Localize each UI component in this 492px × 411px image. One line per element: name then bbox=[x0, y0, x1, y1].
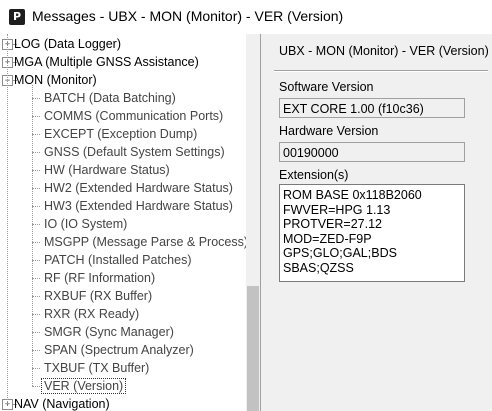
tree-item-label: MON (Monitor) bbox=[14, 73, 97, 87]
extension-line: GPS;GLO;GAL;BDS bbox=[283, 246, 397, 260]
tree-item-label: MSGPP (Message Parse & Process) bbox=[44, 235, 249, 249]
tree-item-label: SMGR (Sync Manager) bbox=[44, 325, 174, 339]
tree-item-label: RF (RF Information) bbox=[44, 271, 156, 285]
tree-connector bbox=[32, 152, 40, 153]
tree-scrollbar-thumb[interactable] bbox=[247, 286, 259, 411]
tree-item[interactable]: NAV (Navigation) bbox=[14, 395, 110, 411]
tree-connector bbox=[32, 170, 40, 171]
tree-item-label: LOG (Data Logger) bbox=[14, 37, 121, 51]
tree-connector bbox=[32, 296, 40, 297]
tree-item[interactable]: MSGPP (Message Parse & Process) bbox=[44, 233, 248, 251]
extensions-label: Extension(s) bbox=[279, 168, 349, 182]
tree-item-label: MGA (Multiple GNSS Assistance) bbox=[14, 55, 199, 69]
tree-connector bbox=[32, 134, 40, 135]
tree-connector bbox=[32, 332, 40, 333]
tree-item-label: VER (Version) bbox=[41, 378, 127, 394]
software-version-field[interactable]: EXT CORE 1.00 (f10c36) bbox=[279, 98, 465, 118]
tree-item[interactable]: RXR (RX Ready) bbox=[44, 305, 139, 323]
tree-connector bbox=[32, 116, 40, 117]
tree-item[interactable]: GNSS (Default System Settings) bbox=[44, 143, 225, 161]
tree-item-label: PATCH (Installed Patches) bbox=[44, 253, 192, 267]
tree-item[interactable]: BATCH (Data Batching) bbox=[44, 89, 176, 107]
tree-connector bbox=[32, 98, 40, 99]
tree-scrollbar[interactable] bbox=[246, 34, 260, 411]
tree-item-label: HW3 (Extended Hardware Status) bbox=[44, 199, 233, 213]
extension-line: ROM BASE 0x118B2060 bbox=[283, 188, 422, 202]
tree-item-label: RXR (RX Ready) bbox=[44, 307, 140, 321]
tree-item-label: EXCEPT (Exception Dump) bbox=[44, 127, 198, 141]
tree-connector bbox=[32, 278, 40, 279]
tree-item-label: NAV (Navigation) bbox=[14, 397, 110, 411]
tree-item[interactable]: RF (RF Information) bbox=[44, 269, 155, 287]
tree-connector bbox=[32, 368, 40, 369]
tree-item[interactable]: COMMS (Communication Ports) bbox=[44, 107, 223, 125]
tree-connector bbox=[32, 224, 40, 225]
extension-line: PROTVER=27.12 bbox=[283, 217, 383, 231]
tree-item[interactable]: HW3 (Extended Hardware Status) bbox=[44, 197, 233, 215]
tree-item-label: SPAN (Spectrum Analyzer) bbox=[44, 343, 194, 357]
tree-connector bbox=[32, 188, 40, 189]
tree-item[interactable]: EXCEPT (Exception Dump) bbox=[44, 125, 197, 143]
tree-item[interactable]: SPAN (Spectrum Analyzer) bbox=[44, 341, 194, 359]
panel-divider bbox=[274, 70, 488, 72]
tree-item-label: IO (IO System) bbox=[44, 217, 128, 231]
tree-connector bbox=[32, 314, 40, 315]
tree-connector bbox=[32, 350, 40, 351]
extension-line: MOD=ZED-F9P bbox=[283, 231, 372, 246]
message-tree[interactable]: + LOG (Data Logger) + MGA (Multiple GNSS As… bbox=[0, 34, 261, 411]
tree-item[interactable]: HW (Hardware Status) bbox=[44, 161, 170, 179]
extension-line: SBAS;QZSS bbox=[283, 260, 354, 275]
tree-item-label: COMMS (Communication Ports) bbox=[44, 109, 224, 123]
tree-item[interactable]: RXBUF (RX Buffer) bbox=[44, 287, 152, 305]
tree-connector bbox=[32, 386, 40, 387]
tree-item[interactable]: IO (IO System) bbox=[44, 215, 127, 233]
tree-connector bbox=[7, 34, 8, 404]
tree-item-label: GNSS (Default System Settings) bbox=[44, 145, 225, 159]
tree-connector bbox=[32, 242, 40, 243]
tree-item[interactable]: TXBUF (TX Buffer) bbox=[44, 359, 149, 377]
hardware-version-label: Hardware Version bbox=[279, 124, 379, 138]
tree-connector bbox=[32, 260, 40, 261]
tree-item-label: RXBUF (RX Buffer) bbox=[44, 289, 153, 303]
window-titlebar[interactable]: P Messages - UBX - MON (Monitor) - VER (… bbox=[0, 0, 492, 34]
details-panel: UBX - MON (Monitor) - VER (Version) Soft… bbox=[266, 34, 492, 411]
tree-item-label: BATCH (Data Batching) bbox=[44, 91, 176, 105]
software-version-label: Software Version bbox=[279, 80, 374, 94]
tree-item[interactable]: MON (Monitor) bbox=[14, 71, 97, 89]
tree-item[interactable]: SMGR (Sync Manager) bbox=[44, 323, 174, 341]
tree-item-label: HW2 (Extended Hardware Status) bbox=[44, 181, 233, 195]
extension-line: FWVER=HPG 1.13 bbox=[283, 202, 391, 217]
tree-item[interactable]: HW2 (Extended Hardware Status) bbox=[44, 179, 233, 197]
window-title: Messages - UBX - MON (Monitor) - VER (Ve… bbox=[32, 8, 344, 24]
app-icon: P bbox=[9, 9, 25, 25]
tree-connector bbox=[32, 206, 40, 207]
tree-item[interactable]: PATCH (Installed Patches) bbox=[44, 251, 192, 269]
tree-item[interactable]: LOG (Data Logger) bbox=[14, 35, 121, 53]
tree-item[interactable]: MGA (Multiple GNSS Assistance) bbox=[14, 53, 199, 71]
hardware-version-field[interactable]: 00190000 bbox=[279, 142, 465, 162]
tree-item[interactable]: VER (Version) bbox=[41, 377, 127, 395]
tree-connector bbox=[32, 85, 33, 386]
tree-item-label: HW (Hardware Status) bbox=[44, 163, 170, 177]
tree-item-label: TXBUF (TX Buffer) bbox=[44, 361, 150, 375]
panel-title: UBX - MON (Monitor) - VER (Version) bbox=[279, 44, 489, 58]
extensions-textarea[interactable]: ROM BASE 0x118B2060 FWVER=HPG 1.13 PROTV… bbox=[279, 184, 465, 282]
